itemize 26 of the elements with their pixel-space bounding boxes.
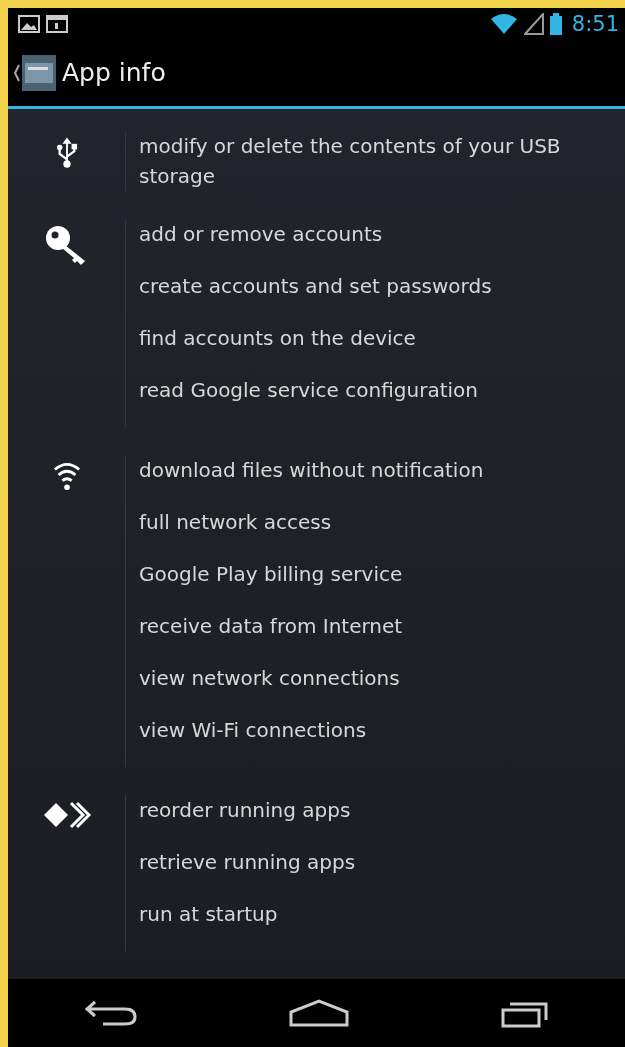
picture-icon [18, 14, 40, 33]
permission-text: add or remove accounts [139, 221, 384, 249]
permission-text: modify or delete the contents of your USB storage [139, 133, 562, 191]
permission-text: view network connections [139, 665, 401, 693]
permission-text: Google Play billing service [139, 561, 404, 589]
wifi-icon [52, 461, 81, 492]
permission-text: read Google service configuration [139, 377, 479, 405]
permission-text: create accounts and set passwords [139, 273, 493, 301]
permission-text: reorder running apps [139, 797, 352, 825]
diamonds-icon [42, 801, 91, 830]
permission-text: download files without notification [139, 457, 485, 485]
permission-text: find accounts on the device [139, 325, 417, 353]
screen-title: App info [62, 58, 166, 88]
permission-text: receive data from Internet [139, 613, 404, 641]
battery-icon [549, 12, 562, 35]
back-nav-button[interactable] [82, 998, 139, 1029]
calendar-icon [46, 14, 68, 33]
permission-text: retrieve running apps [139, 849, 357, 877]
usb-icon [55, 137, 78, 170]
permission-text: view Wi-Fi connections [139, 717, 368, 745]
clock-time: 8:51 [571, 11, 619, 36]
wifi-signal-icon [489, 12, 518, 35]
cell-signal-icon [523, 12, 544, 35]
permission-text: run at startup [139, 901, 279, 929]
permission-text: full network access [139, 509, 333, 537]
home-nav-button[interactable] [288, 998, 351, 1029]
